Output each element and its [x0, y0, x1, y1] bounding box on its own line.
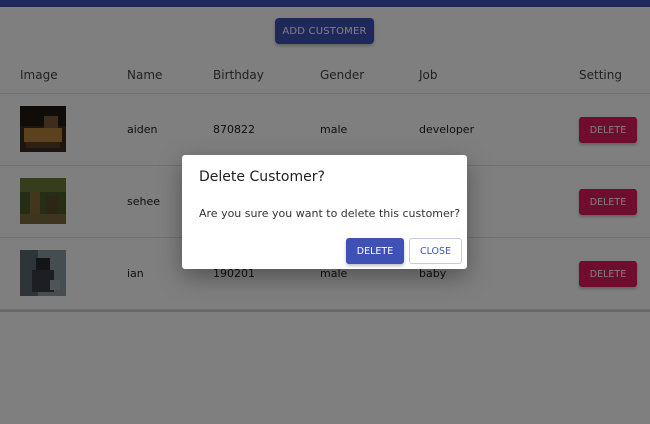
dialog-delete-button[interactable]: DELETE [346, 238, 404, 264]
dialog-close-button[interactable]: CLOSE [409, 238, 462, 264]
dialog-message: Are you sure you want to delete this cus… [199, 207, 461, 220]
delete-confirm-dialog: Delete Customer? Are you sure you want t… [182, 155, 467, 269]
dialog-title: Delete Customer? [199, 169, 325, 185]
